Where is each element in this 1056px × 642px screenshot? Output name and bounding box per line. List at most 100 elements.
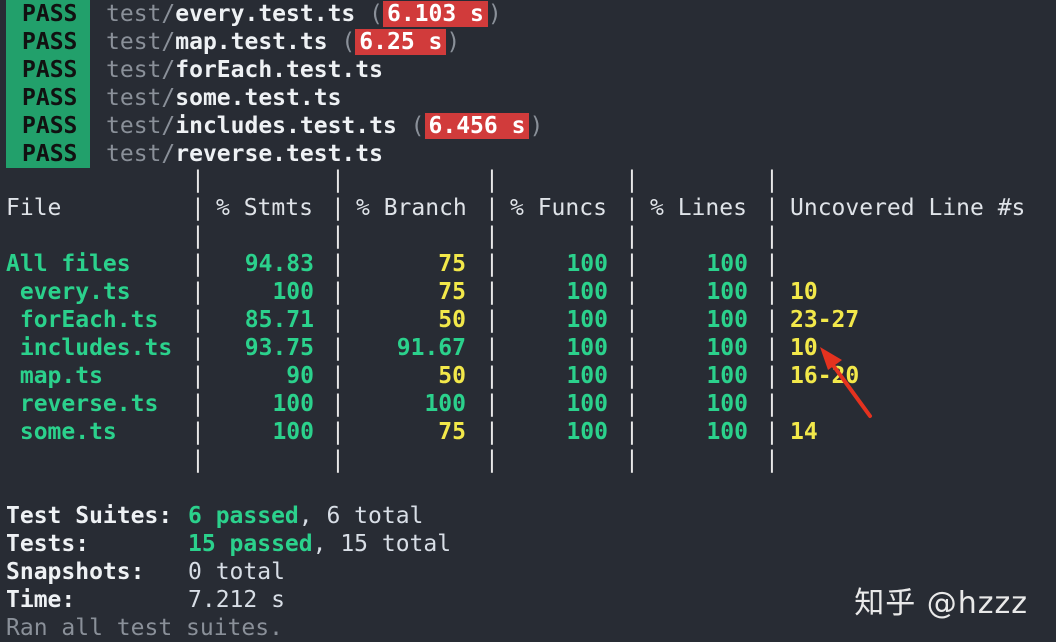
coverage-funcs: 100 <box>566 279 608 305</box>
paren-close: ) <box>446 29 461 55</box>
uncovered-lines: 10 <box>790 279 818 305</box>
paren-close: ) <box>487 1 502 27</box>
column-header: % Lines <box>650 195 747 221</box>
uncovered-lines: 14 <box>790 419 818 445</box>
column-separator: | <box>331 223 345 249</box>
path-prefix: test/ <box>106 1 176 27</box>
column-separator: | <box>765 279 779 305</box>
column-separator: | <box>331 195 345 221</box>
coverage-funcs: 100 <box>566 307 608 333</box>
column-separator: | <box>485 195 499 221</box>
slow-time-badge: 6.103 s <box>382 1 488 27</box>
test-file-path: test/forEach.test.ts <box>106 56 383 84</box>
paren-open: ( <box>327 29 356 55</box>
uncovered-lines: 23-27 <box>790 307 860 333</box>
path-prefix: test/ <box>106 57 176 83</box>
column-separator: | <box>485 167 499 193</box>
column-separator: | <box>765 307 779 333</box>
coverage-lines: 100 <box>706 391 748 417</box>
coverage-branch: 75 <box>438 419 466 445</box>
column-separator: | <box>191 167 205 193</box>
coverage-stmts: 93.75 <box>244 335 314 361</box>
pass-badge: PASS <box>6 56 90 84</box>
coverage-file: reverse.ts <box>6 391 159 417</box>
slow-time-badge: 6.25 s <box>355 29 447 55</box>
snapshots-value: 0 total <box>188 559 285 585</box>
coverage-branch: 75 <box>438 279 466 305</box>
test-file-path: test/map.test.ts (6.25 s) <box>106 28 460 56</box>
column-header: File <box>6 195 62 221</box>
column-separator: | <box>765 447 779 473</box>
column-header: Uncovered Line #s <box>790 195 1026 221</box>
coverage-lines: 100 <box>706 419 748 445</box>
coverage-lines: 100 <box>706 335 748 361</box>
column-separator: | <box>331 167 345 193</box>
coverage-branch: 50 <box>438 307 466 333</box>
slow-time-badge: 6.456 s <box>424 113 530 139</box>
paren-close: ) <box>529 113 544 139</box>
coverage-file: includes.ts <box>6 335 173 361</box>
ran-all-text: Ran all test suites. <box>6 615 283 641</box>
column-separator: | <box>191 223 205 249</box>
test-file-path: test/includes.test.ts (6.456 s) <box>106 112 543 140</box>
column-separator: | <box>765 223 779 249</box>
coverage-stmts: 90 <box>286 363 314 389</box>
path-prefix: test/ <box>106 113 176 139</box>
column-separator: | <box>765 391 779 417</box>
test-file-name: some.test.ts <box>175 85 342 111</box>
test-suites-value: 6 passed, 6 total <box>188 502 423 530</box>
column-separator: | <box>331 447 345 473</box>
column-separator: | <box>191 447 205 473</box>
paren-open: ( <box>396 113 425 139</box>
column-separator: | <box>625 167 639 193</box>
test-file-name: every.test.ts <box>175 1 356 27</box>
time-label: Time: <box>6 587 76 613</box>
watermark: 知乎 @hzzz <box>854 586 1028 621</box>
column-separator: | <box>765 335 779 361</box>
column-separator: | <box>625 223 639 249</box>
test-file-path: test/some.test.ts <box>106 84 341 112</box>
column-separator: | <box>765 167 779 193</box>
coverage-file: map.ts <box>6 363 103 389</box>
coverage-funcs: 100 <box>566 335 608 361</box>
tests-passed: 15 passed <box>188 531 313 557</box>
coverage-lines: 100 <box>706 307 748 333</box>
column-header: % Stmts <box>216 195 313 221</box>
coverage-funcs: 100 <box>566 251 608 277</box>
test-file-path: test/reverse.test.ts <box>106 140 383 168</box>
column-separator: | <box>625 447 639 473</box>
coverage-file: some.ts <box>6 419 117 445</box>
coverage-file: All files <box>6 251 131 277</box>
test-file-name: map.test.ts <box>175 29 328 55</box>
column-separator: | <box>625 195 639 221</box>
coverage-branch: 75 <box>438 251 466 277</box>
column-separator: | <box>765 363 779 389</box>
column-separator: | <box>485 223 499 249</box>
coverage-branch: 50 <box>438 363 466 389</box>
coverage-file: forEach.ts <box>6 307 159 333</box>
test-file-name: includes.test.ts <box>175 113 397 139</box>
test-suites-passed: 6 passed <box>188 503 299 529</box>
pass-badge: PASS <box>6 0 90 28</box>
pass-badge: PASS <box>6 84 90 112</box>
uncovered-lines: 10 <box>790 335 818 361</box>
test-suites-total: , 6 total <box>298 503 424 529</box>
coverage-stmts: 100 <box>272 391 314 417</box>
coverage-lines: 100 <box>706 363 748 389</box>
column-header: % Funcs <box>510 195 607 221</box>
pass-badge: PASS <box>6 112 90 140</box>
test-file-path: test/every.test.ts (6.103 s) <box>106 0 502 28</box>
test-suites-label: Test Suites: <box>6 503 173 529</box>
tests-value: 15 passed, 15 total <box>188 530 451 558</box>
path-prefix: test/ <box>106 29 176 55</box>
test-file-name: reverse.test.ts <box>175 141 383 167</box>
coverage-branch: 100 <box>424 391 466 417</box>
column-separator: | <box>191 195 205 221</box>
paren-open: ( <box>355 1 383 27</box>
tests-total: , 15 total <box>312 531 452 557</box>
coverage-funcs: 100 <box>566 419 608 445</box>
coverage-funcs: 100 <box>566 363 608 389</box>
snapshots-label: Snapshots: <box>6 559 145 585</box>
coverage-file: every.ts <box>6 279 131 305</box>
column-separator: | <box>765 251 779 277</box>
